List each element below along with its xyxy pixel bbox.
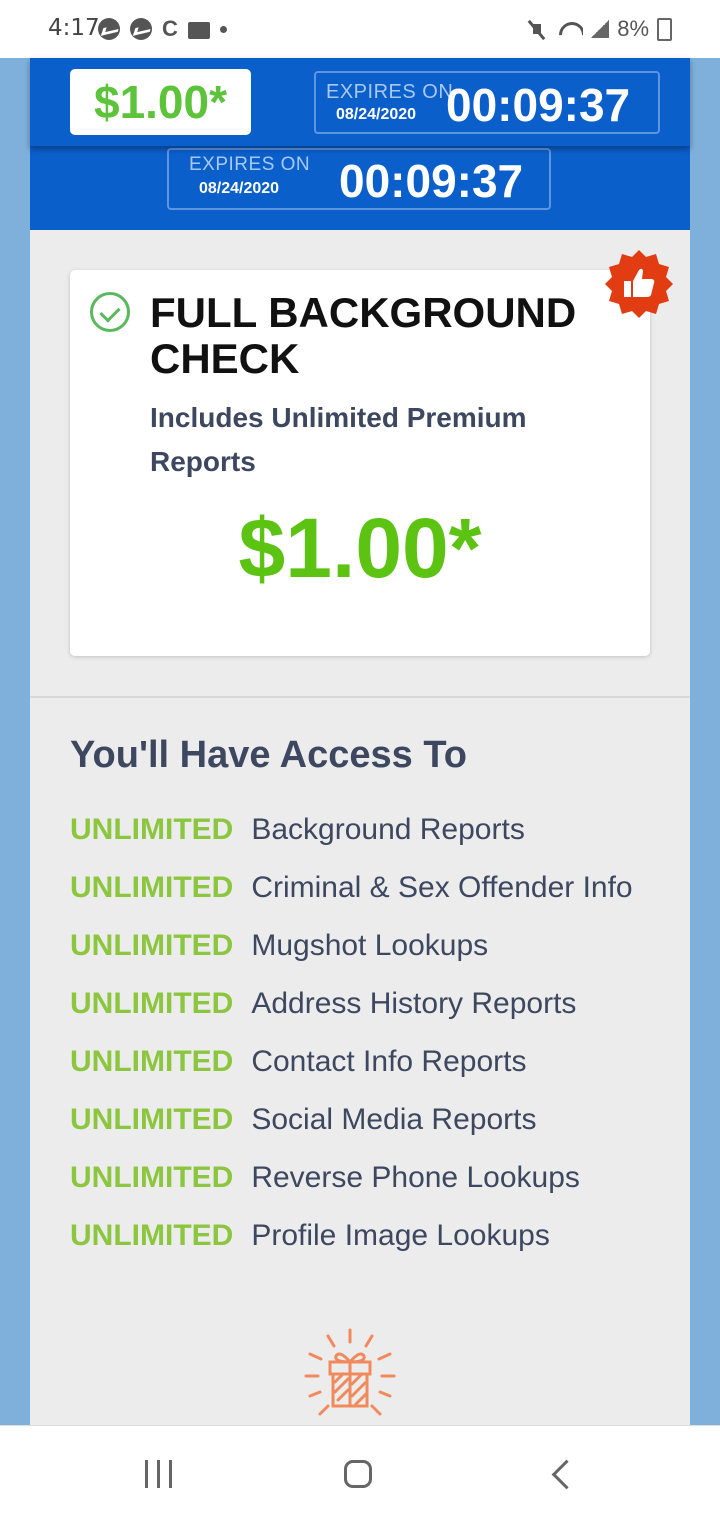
sticky-price: $1.00* [70,69,251,135]
sticky-offer-bar: $1.00* EXPIRES ON 08/24/2020 00:09:37 [30,58,690,146]
check-circle-icon [90,292,130,332]
system-icons: 8% [525,16,672,42]
feature-label: Criminal & Sex Offender Info [251,871,633,904]
signal-icon [591,20,610,38]
battery-icon [657,17,672,41]
mute-icon [533,19,551,39]
battery-percent: 8% [617,16,649,41]
c-app-icon: C [162,16,178,41]
countdown-timer: 00:09:37 [446,79,631,131]
plan-card[interactable]: FULL BACKGROUND CHECK Includes Unlimited… [70,270,650,656]
feature-list: UNLIMITED Background Reports UNLIMITED Cri… [70,806,660,1270]
feature-item: UNLIMITED Address History Reports [70,980,660,1028]
feature-label: Background Reports [251,813,525,846]
home-button[interactable] [330,1450,390,1498]
access-heading: You'll Have Access To [70,734,467,776]
thumbs-up-badge-icon [604,249,674,319]
wifi-icon [559,20,583,38]
navigation-bar [0,1425,720,1521]
feature-label: Profile Image Lookups [251,1219,550,1252]
feature-item: UNLIMITED Mugshot Lookups [70,922,660,970]
unlimited-tag: UNLIMITED [70,987,234,1020]
gift-icon [300,1326,400,1425]
feature-label: Social Media Reports [251,1103,537,1136]
recent-apps-icon [169,1460,172,1488]
unlimited-tag: UNLIMITED [70,1219,234,1252]
plan-price: $1.00* [238,501,482,595]
notification-icons: C [98,18,237,40]
status-time: 4:17 [48,15,100,41]
feature-item: UNLIMITED Reverse Phone Lookups [70,1154,660,1202]
recent-apps-button[interactable] [129,1450,189,1498]
feature-label: Reverse Phone Lookups [251,1161,580,1194]
unlimited-tag: UNLIMITED [70,871,234,904]
expires-label: EXPIRES ON [189,154,311,175]
section-divider [30,696,690,698]
plan-title: FULL BACKGROUND CHECK [150,289,577,382]
unlimited-tag: UNLIMITED [70,929,234,962]
feature-label: Mugshot Lookups [251,929,489,962]
messenger-icon [98,18,120,40]
expires-date: 08/24/2020 [199,180,280,197]
feature-item: UNLIMITED Contact Info Reports [70,1038,660,1086]
back-button[interactable] [532,1450,592,1498]
checkout-page[interactable]: EXPIRES ON 08/24/2020 00:09:37 FULL BACK… [30,58,690,1425]
expiry-timer: EXPIRES ON 08/24/2020 00:09:37 [167,148,551,210]
plan-subtitle: Includes Unlimited Premium Reports [150,402,527,477]
unlimited-tag: UNLIMITED [70,813,234,846]
feature-label: Address History Reports [251,987,577,1020]
sticky-expiry-timer: EXPIRES ON 08/24/2020 00:09:37 [314,71,660,134]
more-notifications-dot-icon [219,25,227,33]
feature-item: UNLIMITED Background Reports [70,806,660,854]
unlimited-tag: UNLIMITED [70,1161,234,1194]
countdown-timer: 00:09:37 [339,155,524,207]
expires-label: EXPIRES ON [326,81,454,103]
status-bar: 4:17 C 8% [0,0,720,58]
unlimited-tag: UNLIMITED [70,1045,234,1078]
recent-apps-icon [157,1460,160,1488]
expires-date: 08/24/2020 [336,106,417,123]
feature-label: Contact Info Reports [251,1045,527,1078]
feature-item: UNLIMITED Social Media Reports [70,1096,660,1144]
folder-icon [187,21,210,39]
recent-apps-icon [145,1460,148,1488]
unlimited-tag: UNLIMITED [70,1103,234,1136]
feature-item: UNLIMITED Criminal & Sex Offender Info [70,864,660,912]
messenger-icon [130,18,152,40]
feature-item: UNLIMITED Profile Image Lookups [70,1212,660,1260]
